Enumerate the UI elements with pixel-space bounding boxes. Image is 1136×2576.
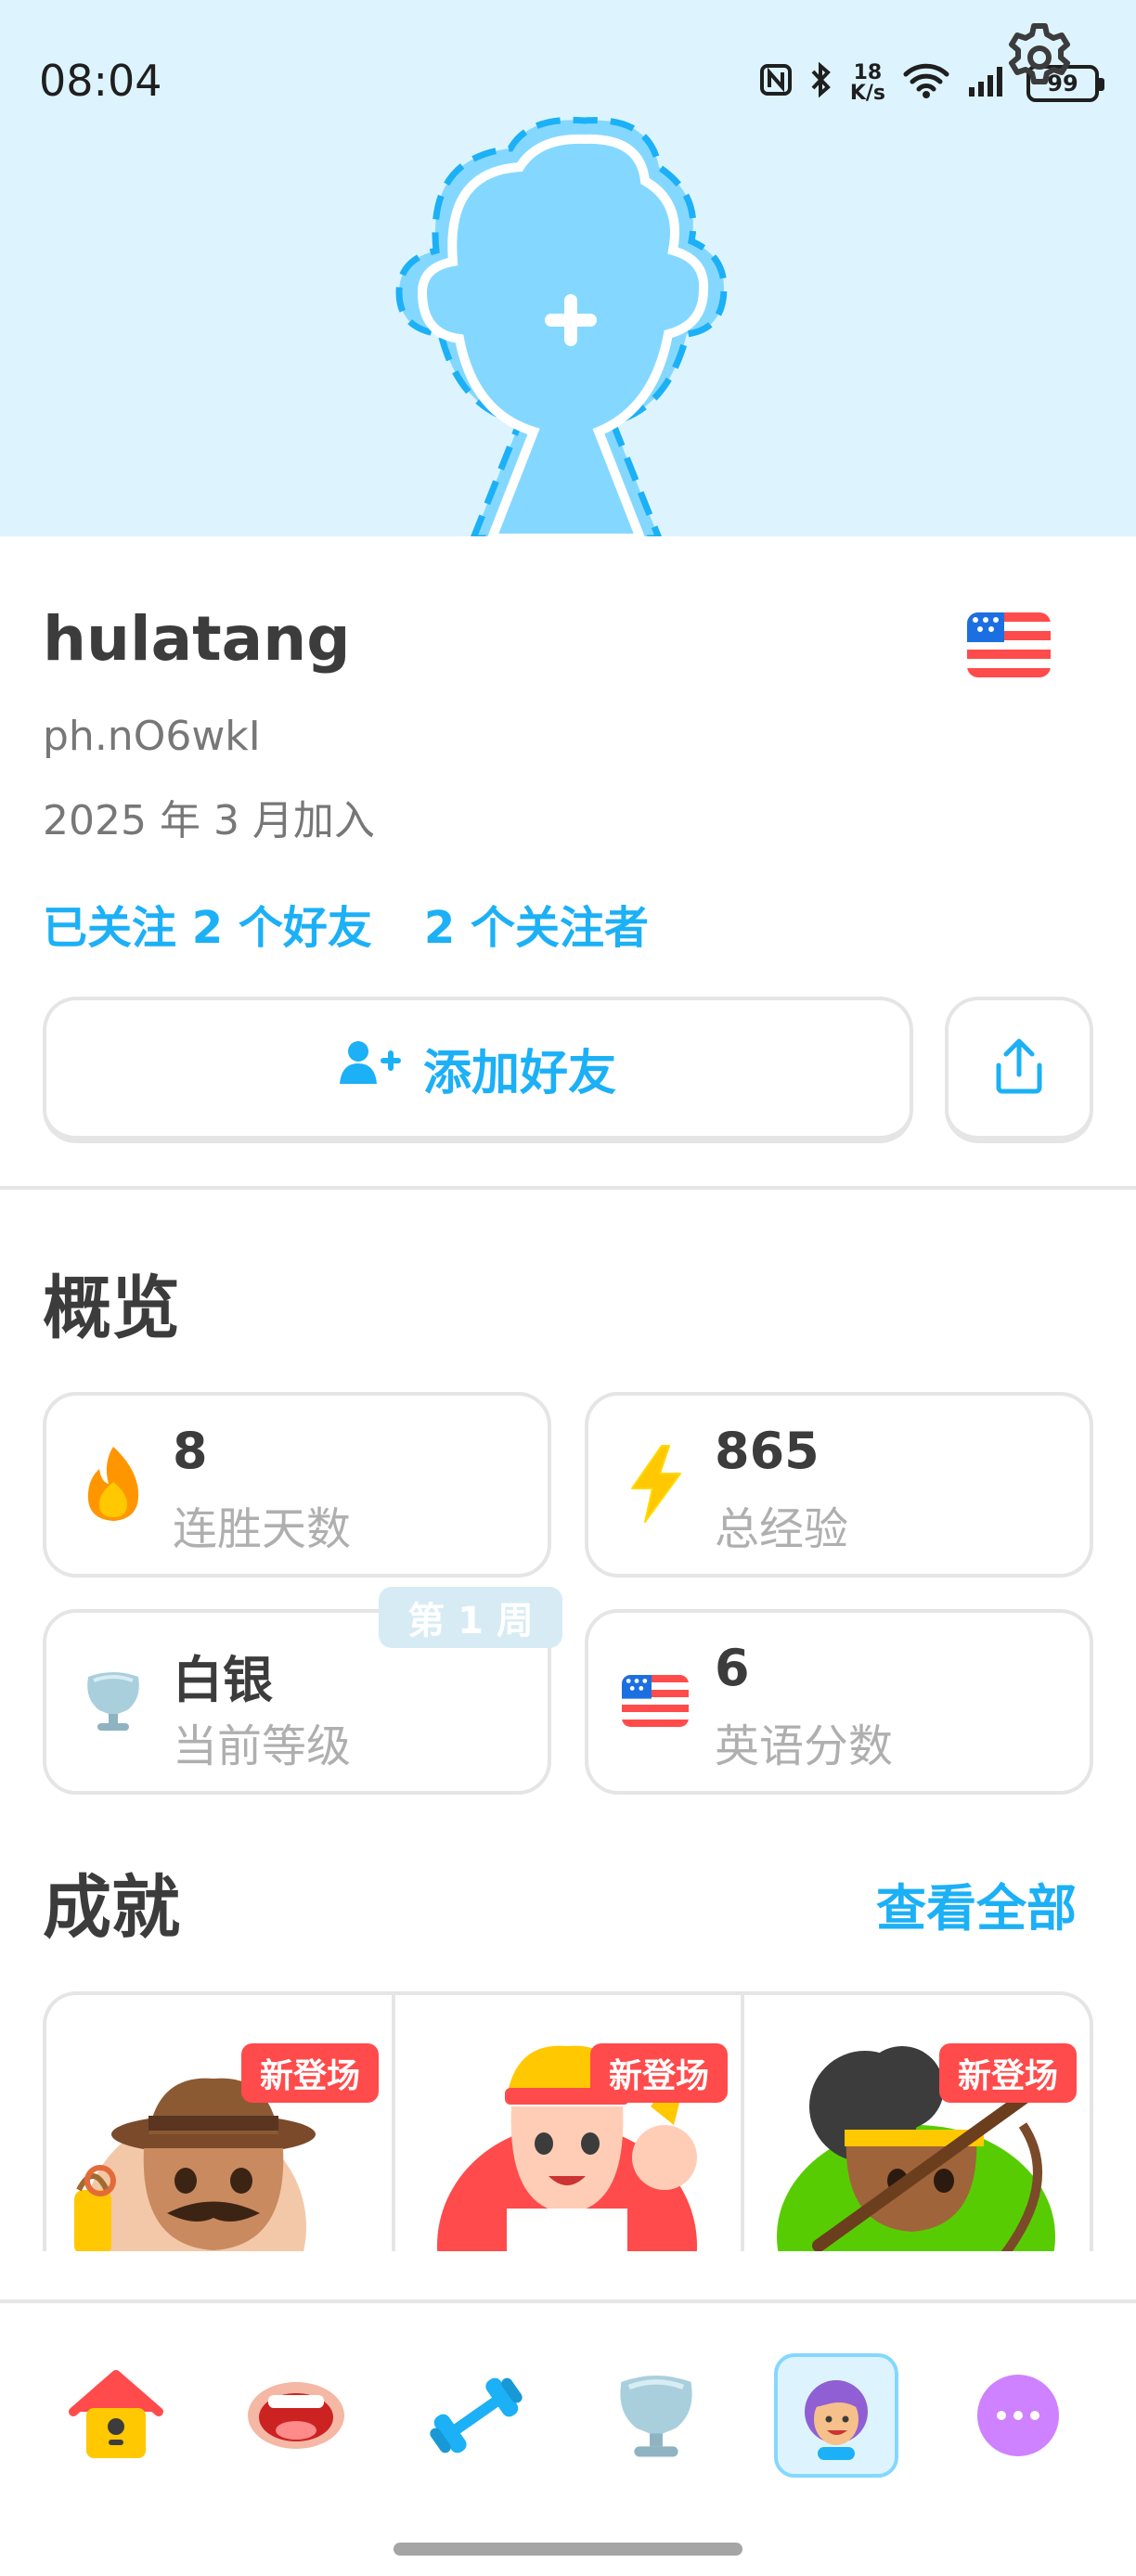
nav-home[interactable]: [54, 2353, 178, 2478]
add-user-icon: [339, 1039, 401, 1098]
stat-value: 白银: [173, 1651, 273, 1709]
stat-value: 8: [173, 1422, 208, 1480]
us-flag-icon[interactable]: [967, 612, 1051, 681]
share-button[interactable]: [945, 997, 1093, 1143]
practice-icon: [430, 2377, 523, 2454]
nav-practice[interactable]: [414, 2353, 538, 2478]
share-icon: [993, 1037, 1045, 1099]
achievements-carousel: 新登场 新登场 新登场: [43, 1991, 1093, 2251]
achievement-card[interactable]: 新登场: [395, 1995, 744, 2251]
stat-label: 连胜天数: [173, 1503, 352, 1555]
lightning-icon: [620, 1442, 691, 1526]
stat-value: 865: [715, 1422, 820, 1480]
stat-card-streak[interactable]: 8 连胜天数: [43, 1392, 551, 1578]
followers-link[interactable]: 2 个关注者: [424, 891, 649, 956]
home-indicator[interactable]: [394, 2543, 742, 2556]
bluetooth-icon: [809, 61, 833, 107]
status-time: 08:04: [39, 56, 162, 106]
profile-header: 08:04 18 K/s 99: [0, 0, 1136, 536]
following-link[interactable]: 已关注 2 个好友: [43, 891, 372, 956]
join-date: 2025 年 3 月加入: [43, 797, 375, 844]
settings-button[interactable]: [993, 13, 1086, 106]
view-all-link[interactable]: 查看全部: [876, 1867, 1077, 1940]
flame-icon: [78, 1442, 148, 1526]
gear-icon: [1003, 21, 1076, 97]
nfc-icon: [759, 63, 793, 105]
achievement-card[interactable]: 新登场: [744, 1995, 1090, 2251]
silver-trophy-icon: [78, 1659, 148, 1743]
profile-icon: [805, 2380, 868, 2460]
username: hulatang: [43, 603, 351, 675]
speak-icon: [248, 2382, 344, 2449]
wifi-icon: [902, 61, 950, 107]
stat-label: 当前等级: [173, 1720, 352, 1772]
add-friend-label: 添加好友: [422, 1045, 616, 1101]
more-icon: [977, 2375, 1059, 2456]
new-badge: 新登场: [938, 2043, 1077, 2103]
achievements-title: 成就: [43, 1868, 180, 1948]
archer-character-icon: [777, 2046, 1069, 2251]
leagues-icon: [620, 2375, 692, 2457]
home-icon: [69, 2370, 163, 2458]
stat-card-english-score[interactable]: 6 英语分数: [585, 1609, 1093, 1795]
stat-label: 总经验: [715, 1503, 849, 1555]
net-speed: 18 K/s: [849, 61, 885, 105]
new-badge: 新登场: [589, 2043, 728, 2103]
strongman-character-icon: [437, 2045, 697, 2251]
explorer-character-icon: [74, 2078, 316, 2251]
stat-value: 6: [715, 1639, 750, 1697]
new-badge: 新登场: [240, 2043, 379, 2103]
section-divider: [0, 1186, 1136, 1190]
add-friend-button[interactable]: 添加好友: [43, 997, 913, 1143]
week-badge: 第 1 周: [379, 1587, 562, 1648]
stat-card-xp[interactable]: 865 总经验: [585, 1392, 1093, 1578]
nav-more[interactable]: [956, 2353, 1080, 2478]
stat-label: 英语分数: [715, 1720, 894, 1772]
add-avatar-button[interactable]: [371, 111, 761, 536]
nav-profile[interactable]: [774, 2353, 898, 2478]
us-flag-icon: [620, 1659, 691, 1743]
nav-leagues[interactable]: [594, 2353, 718, 2478]
user-handle: ph.nO6wkI: [43, 713, 261, 760]
follow-stats: 已关注 2 个好友 2 个关注者: [43, 891, 649, 956]
nav-speak[interactable]: [234, 2353, 358, 2478]
achievement-card[interactable]: 新登场: [46, 1995, 395, 2251]
overview-title: 概览: [43, 1269, 180, 1348]
bottom-navigation: [0, 2303, 1136, 2507]
